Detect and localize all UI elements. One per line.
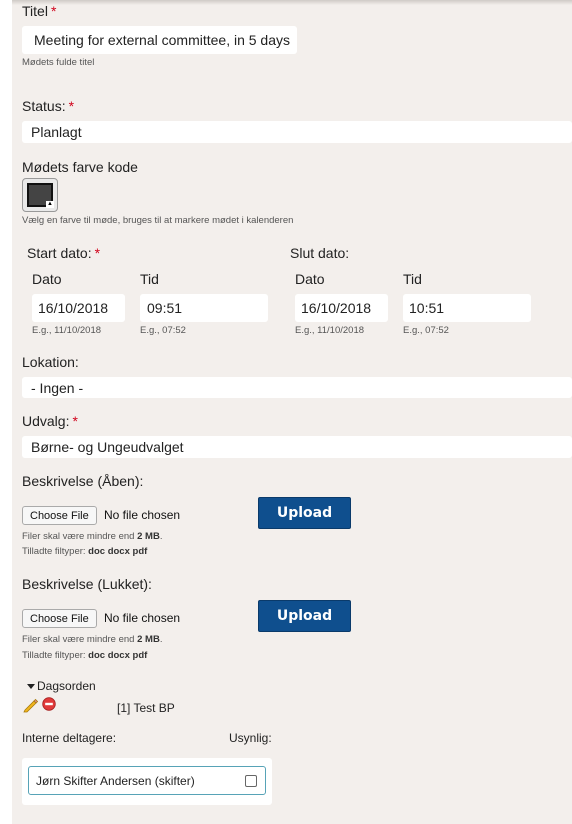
collapse-triangle-icon[interactable] <box>27 684 35 689</box>
committee-label: Udvalg: * <box>22 413 78 429</box>
desc-closed-types-hint: Tilladte filtyper: doc docx pdf <box>22 650 148 661</box>
end-time-sublabel: Tid <box>403 271 422 287</box>
title-input[interactable]: Meeting for external committee, in 5 day… <box>22 26 297 54</box>
start-time-input[interactable]: 09:51 <box>140 294 268 322</box>
dropdown-arrow-icon: ▲ <box>46 201 54 208</box>
title-hint: Mødets fulde titel <box>22 57 95 68</box>
invisible-checkbox[interactable] <box>245 775 257 787</box>
location-select[interactable]: - Ingen - <box>22 377 572 398</box>
desc-open-choose-file-button[interactable]: Choose File <box>22 506 97 525</box>
end-date-hint: E.g., 11/10/2018 <box>295 325 365 336</box>
end-date-sublabel: Dato <box>295 271 325 287</box>
color-picker[interactable]: ▲ <box>22 178 58 212</box>
start-time-sublabel: Tid <box>140 271 159 287</box>
remove-icon[interactable] <box>42 697 56 711</box>
required-mark: * <box>50 3 57 19</box>
start-date-input[interactable]: 16/10/2018 <box>32 294 125 322</box>
agenda-toggle[interactable]: Dagsorden <box>37 679 96 693</box>
desc-open-types-hint: Tilladte filtyper: doc docx pdf <box>22 546 148 557</box>
participant-item[interactable]: Jørn Skifter Andersen (skifter) <box>28 766 266 795</box>
desc-open-upload-button[interactable]: Upload <box>258 497 351 529</box>
color-label: Mødets farve kode <box>22 159 138 175</box>
desc-closed-size-hint: Filer skal være mindre end 2 MB. <box>22 634 163 645</box>
required-mark: * <box>94 245 101 261</box>
color-hint: Vælg en farve til møde, bruges til at ma… <box>22 215 294 226</box>
title-label: Titel * <box>22 3 57 19</box>
pencil-icon[interactable] <box>22 697 38 713</box>
start-time-hint: E.g., 07:52 <box>140 325 186 336</box>
agenda-item: [1] Test BP <box>117 701 175 715</box>
status-select[interactable]: Planlagt <box>22 121 572 143</box>
desc-open-size-hint: Filer skal være mindre end 2 MB. <box>22 531 163 542</box>
start-date-sublabel: Dato <box>32 271 62 287</box>
required-mark: * <box>72 413 78 429</box>
top-shadow <box>12 0 572 5</box>
start-date-hint: E.g., 11/10/2018 <box>32 325 102 336</box>
end-date-label: Slut dato: <box>290 245 350 261</box>
desc-open-no-file-text: No file chosen <box>104 508 181 522</box>
desc-closed-choose-file-button[interactable]: Choose File <box>22 609 97 628</box>
end-time-hint: E.g., 07:52 <box>403 325 449 336</box>
desc-open-label: Beskrivelse (Åben): <box>22 473 144 489</box>
participants-list: Jørn Skifter Andersen (skifter) <box>22 758 272 805</box>
participant-name: Jørn Skifter Andersen (skifter) <box>36 773 195 788</box>
committee-select[interactable]: Børne- og Ungeudvalget <box>22 436 572 458</box>
desc-closed-upload-button[interactable]: Upload <box>258 600 351 632</box>
desc-closed-label: Beskrivelse (Lukket): <box>22 576 152 592</box>
status-label: Status: * <box>22 98 75 114</box>
invisible-label: Usynlig: <box>229 731 272 745</box>
location-label: Lokation: <box>22 354 79 370</box>
end-date-input[interactable]: 16/10/2018 <box>295 294 388 322</box>
start-date-label: Start dato: * <box>27 245 101 261</box>
end-time-input[interactable]: 10:51 <box>403 294 531 322</box>
required-mark: * <box>68 98 75 114</box>
internal-participants-label: Interne deltagere: <box>22 731 117 745</box>
desc-closed-no-file-text: No file chosen <box>104 611 181 625</box>
